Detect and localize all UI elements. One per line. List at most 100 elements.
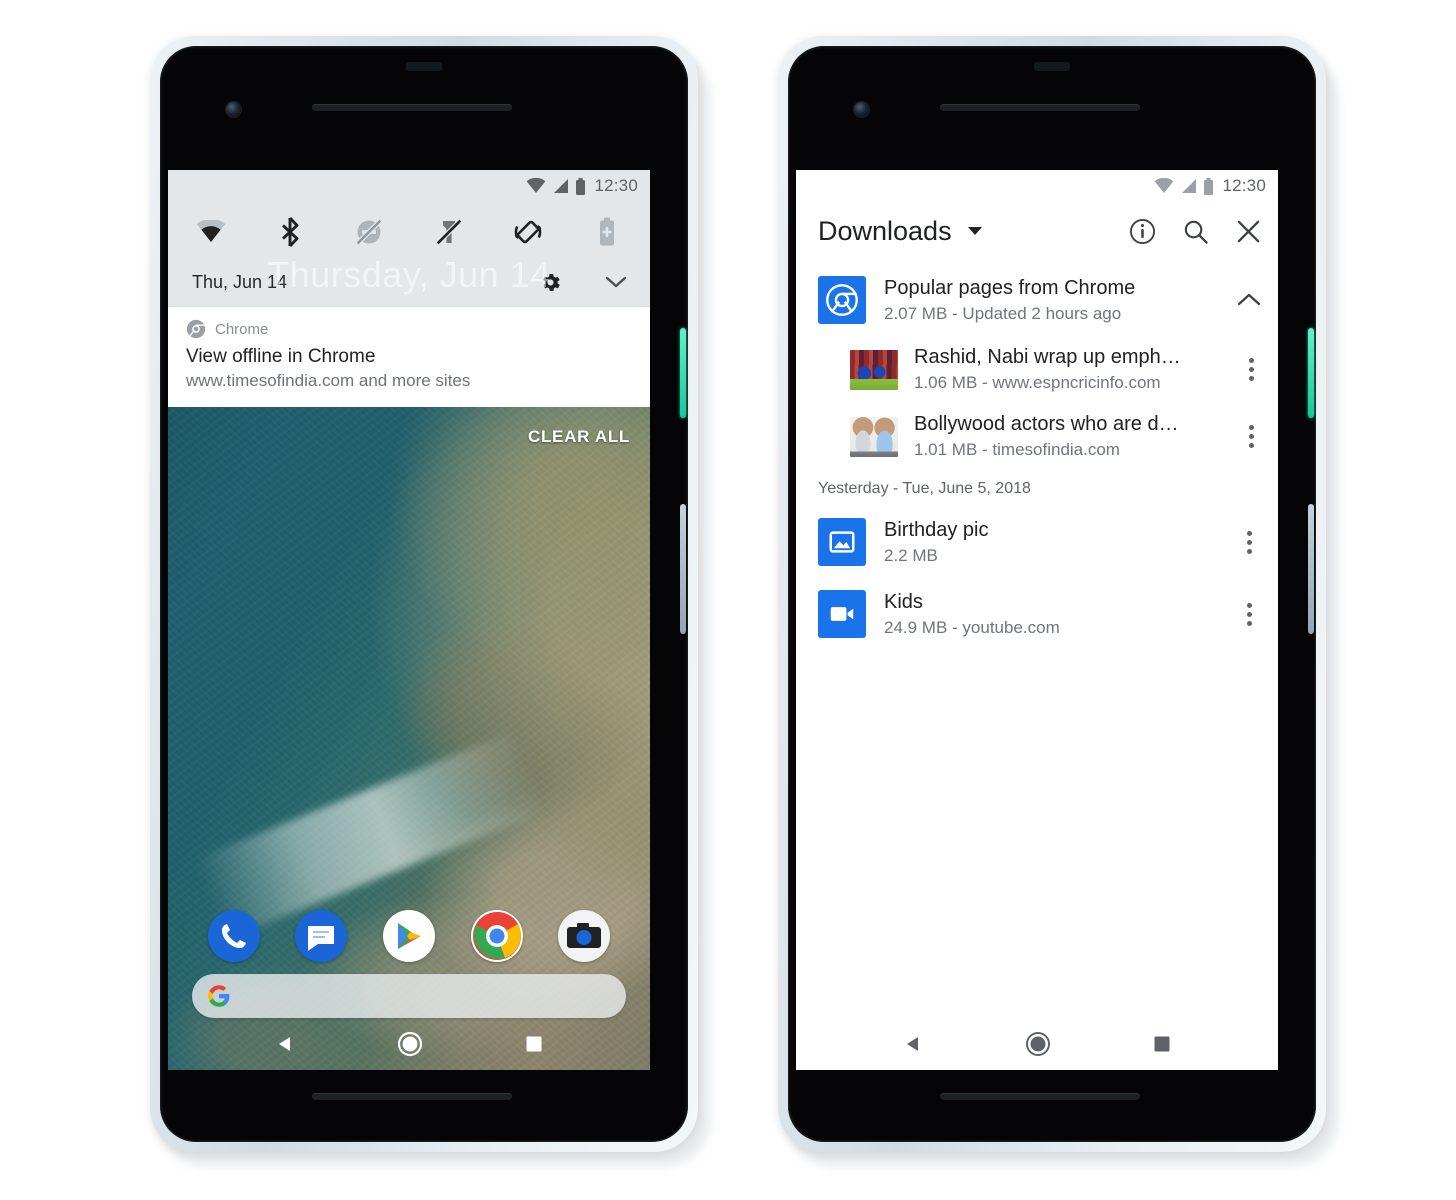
right-phone-bottom-speaker	[940, 1093, 1140, 1100]
phone-glyph-icon	[221, 924, 246, 948]
download-group-texts: Popular pages from Chrome 2.07 MB - Upda…	[884, 277, 1218, 324]
chrome-app-icon[interactable]	[470, 910, 523, 962]
bluetooth-tile[interactable]	[273, 215, 307, 249]
cell-signal-icon	[554, 179, 569, 193]
left-phone-bottom-speaker	[312, 1093, 512, 1100]
download-file-row[interactable]: Birthday pic 2.2 MB	[796, 506, 1278, 578]
image-glyph-icon	[829, 531, 855, 553]
cell-signal-icon	[1182, 179, 1197, 193]
messages-app-icon[interactable]	[295, 910, 348, 962]
kebab-menu-icon[interactable]	[1236, 602, 1262, 626]
home-icon[interactable]	[1025, 1031, 1051, 1057]
wifi-tile[interactable]	[194, 215, 228, 249]
flashlight-tile[interactable]	[432, 215, 466, 249]
messages-glyph-icon	[308, 926, 335, 951]
app-bar-actions	[1129, 218, 1262, 245]
google-search-bar[interactable]	[192, 974, 626, 1018]
download-file-title: Kids	[884, 590, 923, 613]
video-file-icon	[818, 590, 866, 638]
battery-icon	[576, 177, 586, 195]
quick-settings-tiles	[168, 202, 650, 258]
kebab-menu-icon[interactable]	[1238, 425, 1264, 448]
notification-app-name: Chrome	[215, 320, 269, 338]
auto-rotate-icon	[514, 220, 542, 244]
front-camera-icon	[226, 102, 241, 117]
chevron-down-icon[interactable]	[966, 225, 984, 237]
battery-saver-icon	[599, 217, 614, 246]
people-thumbnail	[850, 416, 898, 457]
navigation-bar	[796, 1018, 1278, 1070]
back-icon[interactable]	[902, 1033, 924, 1055]
gear-icon[interactable]	[539, 271, 562, 294]
download-file-title: Birthday pic	[884, 518, 989, 541]
volume-button[interactable]	[1308, 504, 1314, 634]
google-g-icon	[208, 985, 230, 1007]
recents-icon[interactable]	[524, 1034, 544, 1054]
flashlight-off-icon	[434, 218, 463, 246]
right-phone-top-slot	[1034, 62, 1070, 71]
do-not-disturb-tile[interactable]	[352, 215, 386, 249]
wifi-icon	[1155, 178, 1174, 193]
download-item-meta: 1.06 MB - www.espncricinfo.com	[914, 373, 1161, 392]
chevron-down-icon[interactable]	[604, 274, 628, 290]
wallpaper-texture	[168, 407, 650, 1070]
power-button[interactable]	[680, 328, 686, 418]
screenshot-canvas: 12:30 Thursday, Jun 14 Thu, Jun 14 Chrom…	[0, 0, 1456, 1200]
kebab-menu-icon[interactable]	[1236, 530, 1262, 554]
download-item-title: Bollywood actors who are d…	[914, 413, 1179, 435]
recents-icon[interactable]	[1152, 1034, 1172, 1054]
download-group-header[interactable]: Popular pages from Chrome 2.07 MB - Upda…	[796, 264, 1278, 336]
bluetooth-icon	[282, 217, 299, 247]
home-icon[interactable]	[397, 1031, 423, 1057]
close-icon[interactable]	[1235, 218, 1262, 245]
wifi-icon	[196, 220, 226, 242]
image-file-icon	[818, 518, 866, 566]
download-item[interactable]: Bollywood actors who are d… 1.01 MB - ti…	[796, 403, 1278, 470]
left-phone-device: 12:30 Thursday, Jun 14 Thu, Jun 14 Chrom…	[150, 36, 710, 1166]
home-screen-wallpaper: CLEAR ALL	[168, 407, 650, 1070]
search-icon[interactable]	[1182, 218, 1209, 245]
download-item-texts: Bollywood actors who are d… 1.01 MB - ti…	[914, 413, 1222, 460]
clear-all-button[interactable]: CLEAR ALL	[528, 427, 630, 447]
chrome-icon	[818, 276, 866, 324]
download-item-title: Rashid, Nabi wrap up emph…	[914, 346, 1181, 368]
auto-rotate-tile[interactable]	[511, 215, 545, 249]
camera-app-icon[interactable]	[558, 910, 611, 962]
chrome-glyph-icon	[472, 911, 521, 960]
battery-saver-tile[interactable]	[590, 215, 624, 249]
info-icon[interactable]	[1129, 218, 1156, 245]
volume-button[interactable]	[680, 504, 686, 634]
battery-icon	[1204, 177, 1214, 195]
kebab-menu-icon[interactable]	[1238, 358, 1264, 381]
shade-date: Thu, Jun 14	[192, 271, 288, 292]
download-file-texts: Birthday pic 2.2 MB	[884, 519, 1218, 566]
download-item[interactable]: Rashid, Nabi wrap up emph… 1.06 MB - www…	[796, 336, 1278, 403]
do-not-disturb-off-icon	[355, 218, 384, 246]
status-bar-clock: 12:30	[594, 176, 638, 195]
download-date-header: Yesterday - Tue, June 5, 2018	[818, 480, 1031, 497]
navigation-bar	[168, 1018, 650, 1070]
notification-shade: 12:30 Thursday, Jun 14 Thu, Jun 14	[168, 170, 650, 306]
power-button[interactable]	[1308, 328, 1314, 418]
download-item-meta: 1.01 MB - timesofindia.com	[914, 440, 1120, 459]
left-phone-screen: 12:30 Thursday, Jun 14 Thu, Jun 14 Chrom…	[168, 170, 650, 1070]
downloads-app-bar: Downloads	[796, 202, 1278, 264]
chrome-notification[interactable]: Chrome View offline in Chrome www.timeso…	[168, 306, 650, 407]
chevron-up-icon[interactable]	[1236, 292, 1262, 308]
chrome-glyph-icon	[826, 284, 858, 316]
left-phone-earpiece	[312, 104, 512, 111]
play-store-app-icon[interactable]	[382, 910, 435, 962]
download-item-texts: Rashid, Nabi wrap up emph… 1.06 MB - www…	[914, 346, 1222, 393]
status-bar-clock: 12:30	[1222, 176, 1266, 195]
download-group-meta: 2.07 MB - Updated 2 hours ago	[884, 303, 1122, 323]
notification-subtitle: www.timesofindia.com and more sites	[186, 371, 471, 390]
back-icon[interactable]	[274, 1033, 296, 1055]
notification-app-row: Chrome	[186, 319, 632, 339]
phone-app-icon[interactable]	[207, 910, 260, 962]
right-phone-earpiece	[940, 104, 1140, 111]
status-bar: 12:30	[168, 170, 650, 202]
video-glyph-icon	[830, 607, 854, 621]
download-file-row[interactable]: Kids 24.9 MB - youtube.com	[796, 578, 1278, 650]
right-phone-device: 12:30 Downloads Popular pages from Chrom…	[778, 36, 1338, 1166]
play-store-glyph-icon	[397, 923, 421, 949]
